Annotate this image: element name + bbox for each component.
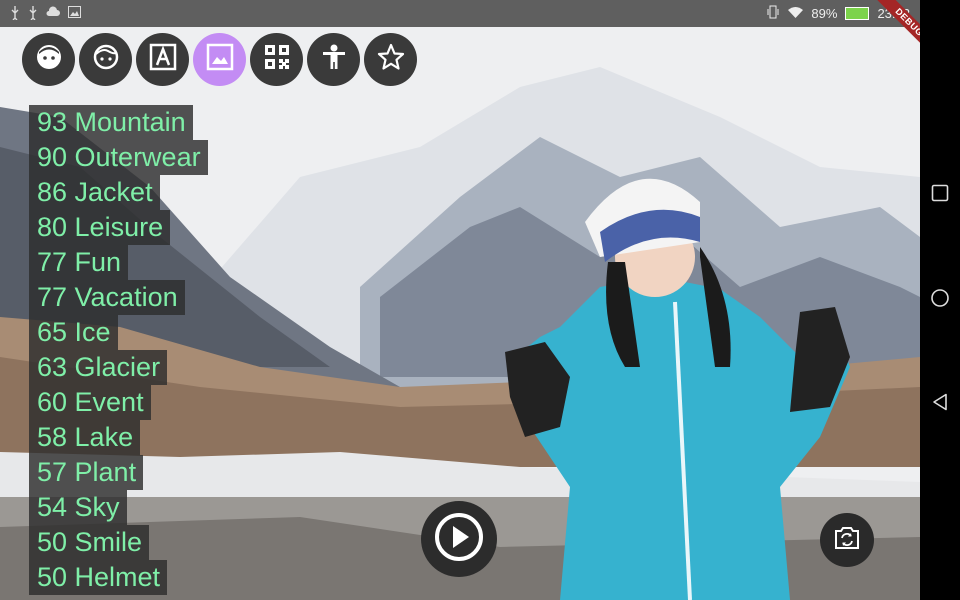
face-contour-button[interactable] — [79, 33, 132, 86]
qr-code-icon — [262, 42, 292, 77]
image-label: 50 Helmet — [29, 560, 168, 595]
text-icon — [148, 42, 178, 77]
image-label: 80 Leisure — [29, 210, 171, 245]
image-label: 58 Lake — [29, 420, 141, 455]
image-label: 65 Ice — [29, 315, 118, 350]
face-outline-icon — [91, 42, 121, 77]
image-labeling-button[interactable] — [193, 33, 246, 86]
star-icon — [376, 42, 406, 77]
recents-button[interactable] — [920, 175, 960, 215]
person-icon — [319, 42, 349, 77]
image-label: 93 Mountain — [29, 105, 193, 140]
custom-model-button[interactable] — [364, 33, 417, 86]
usb-icon — [10, 6, 20, 23]
play-button[interactable] — [421, 501, 497, 577]
cloud-icon — [46, 6, 60, 23]
vibrate-icon — [766, 5, 780, 22]
battery-percent: 89% — [811, 6, 838, 21]
face-detection-button[interactable] — [22, 33, 75, 86]
wifi-icon — [788, 6, 804, 21]
switch-camera-button[interactable] — [820, 513, 874, 567]
image-label: 54 Sky — [29, 490, 127, 525]
pose-detection-button[interactable] — [307, 33, 360, 86]
debug-banner: DEBUG — [848, 0, 920, 72]
image-label: 60 Event — [29, 385, 151, 420]
image-labels-list: 93 Mountain 90 Outerwear 86 Jacket 80 Le… — [29, 105, 208, 595]
image-label: 77 Fun — [29, 245, 129, 280]
image-label: 77 Vacation — [29, 280, 185, 315]
face-icon — [34, 42, 64, 77]
image-label: 90 Outerwear — [29, 140, 208, 175]
image-label: 63 Glacier — [29, 350, 168, 385]
play-icon — [433, 511, 485, 568]
detector-toolbar — [22, 33, 417, 86]
image-label: 50 Smile — [29, 525, 150, 560]
image-label: 57 Plant — [29, 455, 144, 490]
usb-icon — [28, 6, 38, 23]
navigation-bar — [920, 0, 960, 600]
text-recognition-button[interactable] — [136, 33, 189, 86]
back-button[interactable] — [920, 384, 960, 424]
home-button[interactable] — [920, 280, 960, 320]
switch-camera-icon — [833, 525, 861, 556]
back-icon — [931, 393, 949, 416]
recents-icon — [931, 184, 949, 207]
image-label: 86 Jacket — [29, 175, 160, 210]
gallery-icon — [68, 6, 81, 23]
status-bar: 89% 23:42 — [0, 0, 920, 27]
image-icon — [205, 42, 235, 77]
barcode-scanning-button[interactable] — [250, 33, 303, 86]
debug-banner-text: DEBUG — [872, 0, 920, 59]
home-icon — [930, 288, 950, 313]
